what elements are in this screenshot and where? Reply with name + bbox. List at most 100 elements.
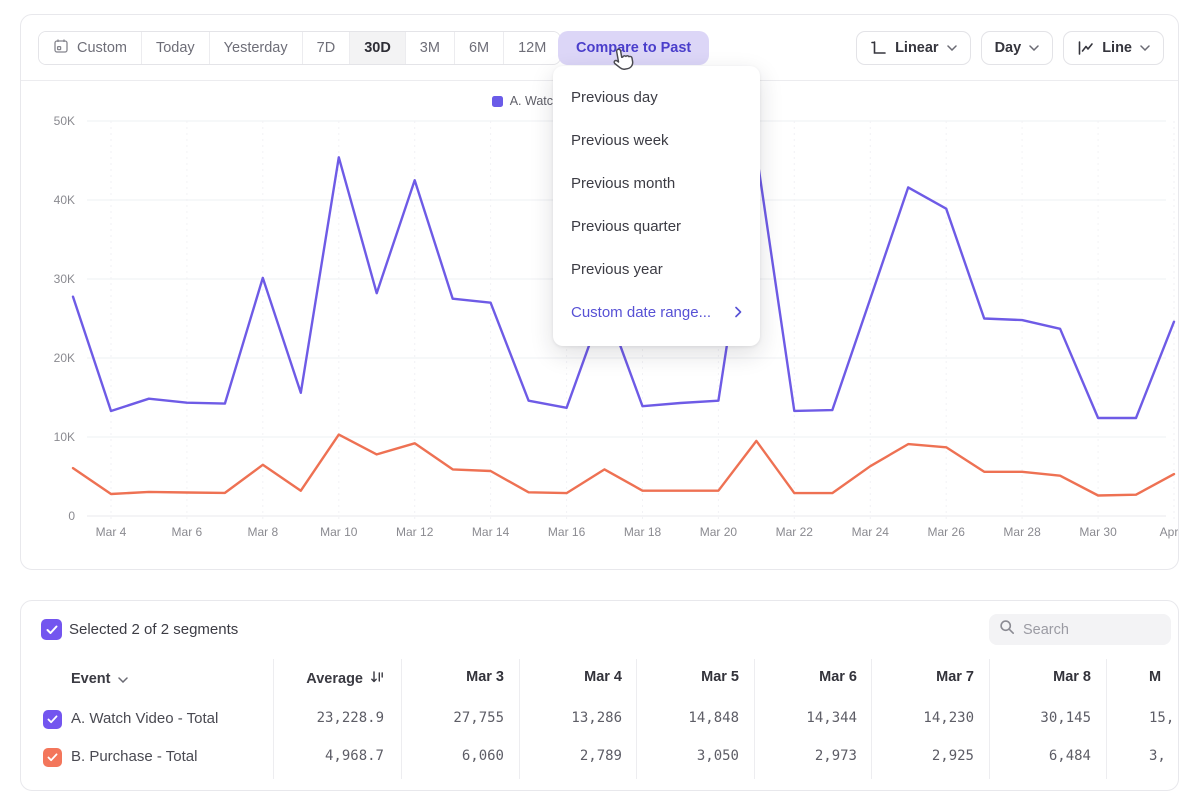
x-axis-label: Mar 14 bbox=[472, 525, 510, 539]
check-icon bbox=[47, 715, 58, 724]
x-axis-label: Mar 6 bbox=[172, 525, 203, 539]
cell-mar4: 2,789 bbox=[580, 748, 622, 768]
search-icon bbox=[999, 619, 1015, 640]
x-axis-label: Mar 4 bbox=[96, 525, 127, 539]
column-divider bbox=[989, 659, 990, 779]
column-divider bbox=[273, 659, 274, 779]
y-axis-label: 50K bbox=[54, 114, 75, 128]
x-axis-label: Mar 10 bbox=[320, 525, 358, 539]
x-axis-label: Mar 28 bbox=[1003, 525, 1041, 539]
column-divider bbox=[636, 659, 637, 779]
calendar-icon bbox=[53, 38, 69, 58]
cell-mar3: 6,060 bbox=[462, 748, 504, 768]
x-axis-label: Mar 26 bbox=[928, 525, 966, 539]
range-button-6m[interactable]: 6M bbox=[454, 32, 503, 64]
menu-item-previous-month[interactable]: Previous month bbox=[553, 162, 760, 205]
check-icon bbox=[46, 625, 58, 635]
x-axis-label: Mar 12 bbox=[396, 525, 434, 539]
cell-mar7: 14,230 bbox=[923, 710, 974, 730]
y-axis-label: 10K bbox=[54, 430, 75, 444]
cell-clipped: 15, bbox=[1149, 710, 1174, 730]
search-input[interactable] bbox=[1023, 622, 1153, 638]
table-header-mar6[interactable]: Mar 6 bbox=[819, 669, 857, 689]
search-input-wrapper bbox=[989, 614, 1171, 645]
x-axis-label: Mar 18 bbox=[624, 525, 662, 539]
table-header-mar7[interactable]: Mar 7 bbox=[936, 669, 974, 689]
chevron-down-icon bbox=[947, 45, 957, 51]
column-divider bbox=[1106, 659, 1107, 779]
cell-clipped: 3, bbox=[1149, 748, 1166, 768]
segments-card: Selected 2 of 2 segments Event bbox=[20, 600, 1179, 791]
column-divider bbox=[401, 659, 402, 779]
granularity-select-button[interactable]: Day bbox=[981, 31, 1054, 65]
x-axis-label: Mar 16 bbox=[548, 525, 586, 539]
cell-mar5: 3,050 bbox=[697, 748, 739, 768]
series-line-1 bbox=[73, 435, 1174, 496]
column-divider bbox=[519, 659, 520, 779]
table-header-event[interactable]: Event bbox=[71, 669, 128, 689]
y-axis-label: 40K bbox=[54, 193, 75, 207]
select-all-checkbox[interactable] bbox=[41, 619, 62, 640]
y-axis-label: 0 bbox=[68, 509, 75, 523]
toolbar-right-group: Linear Day bbox=[856, 31, 1164, 65]
segment-checkbox-purchase[interactable] bbox=[43, 748, 62, 767]
chevron-down-icon bbox=[118, 671, 128, 687]
cell-mar6: 2,973 bbox=[815, 748, 857, 768]
cell-mar7: 2,925 bbox=[932, 748, 974, 768]
check-icon bbox=[47, 753, 58, 762]
chevron-right-icon bbox=[735, 304, 742, 321]
segment-checkbox-watch-video[interactable] bbox=[43, 710, 62, 729]
table-header-mar5[interactable]: Mar 5 bbox=[701, 669, 739, 689]
column-divider bbox=[871, 659, 872, 779]
table-header-mar3[interactable]: Mar 3 bbox=[466, 669, 504, 689]
range-button-7d[interactable]: 7D bbox=[302, 32, 350, 64]
compare-to-past-button[interactable]: Compare to Past bbox=[558, 31, 709, 65]
segment-label[interactable]: B. Purchase - Total bbox=[71, 748, 197, 768]
analytics-report-page: Custom Today Yesterday 7D 30D 3M 6M 12M … bbox=[0, 0, 1200, 802]
chevron-down-icon bbox=[1029, 45, 1039, 51]
x-axis-label: Mar 30 bbox=[1079, 525, 1117, 539]
linear-axis-icon bbox=[870, 40, 887, 56]
segment-label[interactable]: A. Watch Video - Total bbox=[71, 710, 218, 730]
table-header-average[interactable]: Average bbox=[306, 669, 384, 689]
chevron-down-icon bbox=[1140, 45, 1150, 51]
cell-mar4: 13,286 bbox=[571, 710, 622, 730]
menu-item-previous-year[interactable]: Previous year bbox=[553, 248, 760, 291]
sort-descending-icon bbox=[370, 670, 384, 688]
chart-type-select-button[interactable]: Line bbox=[1063, 31, 1164, 65]
range-button-yesterday[interactable]: Yesterday bbox=[209, 32, 302, 64]
cell-average: 23,228.9 bbox=[317, 710, 384, 730]
cell-mar8: 30,145 bbox=[1040, 710, 1091, 730]
x-axis-label: Apr 1 bbox=[1160, 525, 1178, 539]
date-range-control: Custom Today Yesterday 7D 30D 3M 6M 12M bbox=[38, 31, 561, 65]
menu-item-previous-day[interactable]: Previous day bbox=[553, 76, 760, 119]
x-axis-label: Mar 20 bbox=[700, 525, 738, 539]
x-axis-label: Mar 8 bbox=[247, 525, 278, 539]
selected-segments-summary: Selected 2 of 2 segments bbox=[69, 621, 238, 638]
table-header-mar4[interactable]: Mar 4 bbox=[584, 669, 622, 689]
range-button-30d[interactable]: 30D bbox=[349, 32, 405, 64]
cell-mar5: 14,848 bbox=[688, 710, 739, 730]
line-chart-icon bbox=[1077, 40, 1094, 56]
x-axis-label: Mar 24 bbox=[852, 525, 890, 539]
menu-item-previous-quarter[interactable]: Previous quarter bbox=[553, 205, 760, 248]
range-button-custom[interactable]: Custom bbox=[39, 32, 141, 64]
scale-select-button[interactable]: Linear bbox=[856, 31, 971, 65]
menu-item-previous-week[interactable]: Previous week bbox=[553, 119, 760, 162]
table-header-clipped: M bbox=[1149, 669, 1161, 689]
table-header-mar8[interactable]: Mar 8 bbox=[1053, 669, 1091, 689]
cell-mar8: 6,484 bbox=[1049, 748, 1091, 768]
y-axis-label: 20K bbox=[54, 351, 75, 365]
range-button-12m[interactable]: 12M bbox=[503, 32, 560, 64]
y-axis-label: 30K bbox=[54, 272, 75, 286]
range-button-label: Custom bbox=[77, 40, 127, 56]
column-divider bbox=[754, 659, 755, 779]
range-button-today[interactable]: Today bbox=[141, 32, 209, 64]
cell-mar3: 27,755 bbox=[453, 710, 504, 730]
range-button-3m[interactable]: 3M bbox=[405, 32, 454, 64]
menu-item-custom-date-range[interactable]: Custom date range... bbox=[553, 291, 760, 334]
cell-mar6: 14,344 bbox=[806, 710, 857, 730]
cell-average: 4,968.7 bbox=[325, 748, 384, 768]
compare-menu: Previous day Previous week Previous mont… bbox=[553, 66, 760, 346]
x-axis-label: Mar 22 bbox=[776, 525, 814, 539]
